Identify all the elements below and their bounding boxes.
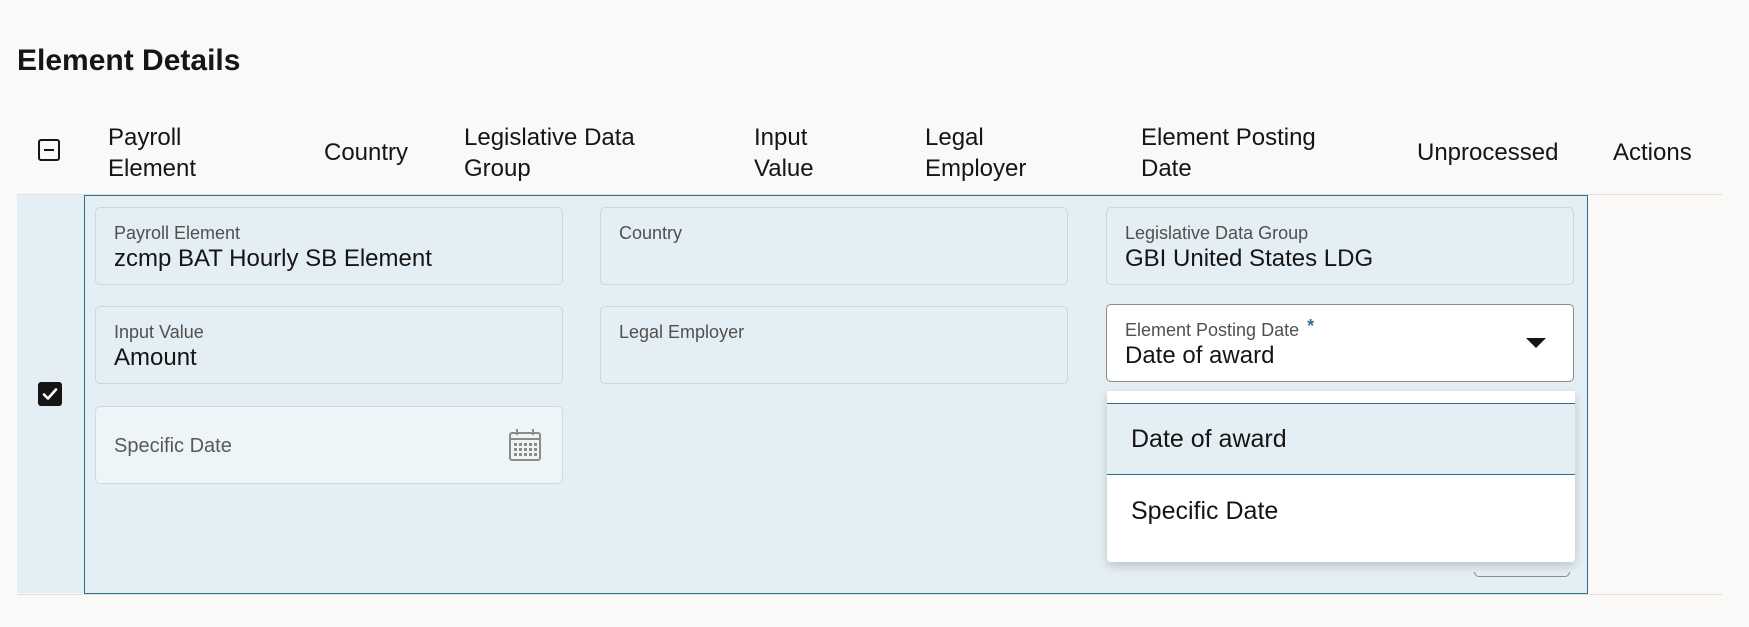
page-title: Element Details [17,44,241,77]
dropdown-option-date-of-award[interactable]: Date of award [1107,404,1575,475]
field-label: Input Value [114,322,204,342]
field-label: Element Posting Date * [1125,316,1314,341]
required-marker: * [1307,316,1315,336]
field-label: Payroll Element [114,223,241,243]
legal-employer-field[interactable]: Legal Employer [600,306,1068,384]
column-header-input-value[interactable]: Input Value [754,122,814,184]
column-header-text: Group [464,155,531,182]
checkmark-checkbox-icon [42,388,58,400]
column-header-text: Legislative Data [464,124,635,151]
input-value-field[interactable]: Input Value Amount [95,306,563,384]
column-header-element-posting-date[interactable]: Element Posting Date [1141,122,1316,184]
field-label: Legislative Data Group [1125,223,1309,243]
posting-date-dropdown: Date of award Specific Date [1107,391,1575,562]
select-all-checkbox[interactable] [38,139,60,161]
column-header-text: Input [754,124,808,151]
column-header-country[interactable]: Country [324,137,408,168]
field-label: Legal Employer [619,322,745,342]
field-label: Country [619,223,683,243]
column-header-text: Legal [925,124,984,151]
field-label: Specific Date [114,435,232,457]
field-value: zcmp BAT Hourly SB Element [114,245,432,272]
table-header: Payroll Element Country Legislative Data… [17,112,1722,195]
column-header-legal-employer[interactable]: Legal Employer [925,122,1026,184]
element-posting-date-select[interactable]: Element Posting Date * Date of award [1106,304,1574,382]
legislative-data-group-field[interactable]: Legislative Data Group GBI United States… [1106,207,1574,285]
field-value: GBI United States LDG [1125,245,1374,272]
field-label-text: Element Posting Date [1125,320,1300,340]
column-header-text: Date [1141,155,1192,182]
payroll-element-field[interactable]: Payroll Element zcmp BAT Hourly SB Eleme… [95,207,563,285]
column-header-text: Element [108,155,197,182]
column-header-text: Employer [925,155,1027,182]
specific-date-field[interactable]: Specific Date [95,406,563,484]
obscured-button-edge[interactable] [1474,572,1570,577]
column-header-actions[interactable]: Actions [1613,137,1692,168]
column-header-payroll-element[interactable]: Payroll Element [108,122,196,184]
column-header-legislative-data-group[interactable]: Legislative Data Group [464,122,635,184]
dropdown-option-specific-date[interactable]: Specific Date [1107,476,1575,547]
column-header-text: Value [754,155,814,182]
field-value: Amount [114,344,197,371]
row-checkbox[interactable] [38,382,62,406]
column-header-unprocessed[interactable]: Unprocessed [1417,137,1558,168]
caret-down-icon[interactable] [1526,338,1546,348]
column-header-text: Payroll [108,124,182,151]
country-field[interactable]: Country [600,207,1068,285]
field-value: Date of award [1125,342,1275,369]
column-header-text: Element Posting [1141,124,1316,151]
calendar-icon[interactable] [508,428,542,462]
